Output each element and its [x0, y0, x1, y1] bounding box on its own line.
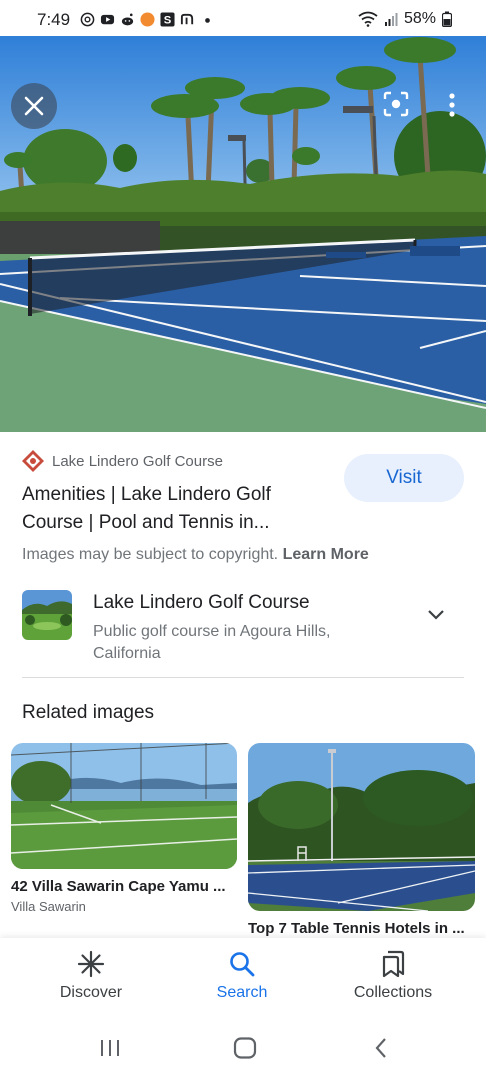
tennis-court-photo	[0, 36, 486, 432]
recent-apps-button[interactable]	[95, 1034, 125, 1062]
orange-circle-icon	[140, 12, 155, 27]
nav-collections-label: Collections	[353, 984, 433, 1001]
copyright-text: Images may be subject to copyright.	[22, 546, 283, 563]
source-name[interactable]: Lake Lindero Golf Course	[52, 453, 223, 470]
back-button[interactable]	[366, 1034, 396, 1062]
threads-icon	[80, 12, 95, 27]
divider	[22, 677, 464, 678]
nav-collections[interactable]: Collections	[323, 950, 463, 1002]
place-description: Public golf course in Agoura Hills, Cali…	[93, 623, 331, 662]
learn-more-link[interactable]: Learn More	[283, 546, 369, 563]
related-source-1: Villa Sawarin	[11, 899, 86, 914]
reddit-icon	[121, 13, 134, 26]
result-title[interactable]: Amenities | Lake Lindero Golf Course | P…	[22, 481, 322, 537]
related-caption-1[interactable]: 42 Villa Sawarin Cape Yamu ...	[11, 878, 226, 895]
s-app-icon: S	[160, 12, 175, 27]
status-bar: 7:49 S 58%	[0, 0, 486, 40]
close-icon	[24, 96, 44, 116]
svg-text:S: S	[164, 15, 172, 27]
related-images-heading: Related images	[22, 702, 155, 723]
nav-discover-label: Discover	[59, 984, 123, 1001]
nav-search[interactable]: Search	[172, 950, 312, 1002]
lens-icon	[383, 91, 409, 117]
nav-search-label: Search	[216, 984, 268, 1001]
visit-button[interactable]: Visit	[344, 454, 464, 502]
copyright-notice: Images may be subject to copyright. Lear…	[22, 546, 369, 564]
place-card[interactable]: Lake Lindero Golf Course Public golf cou…	[22, 588, 464, 666]
place-name: Lake Lindero Golf Course	[93, 592, 310, 613]
youtube-icon	[100, 14, 115, 25]
nav-discover[interactable]: Discover	[21, 950, 161, 1002]
close-button[interactable]	[11, 83, 57, 129]
home-icon	[233, 1037, 257, 1059]
bookmarks-icon	[382, 950, 405, 978]
battery-percent: 58%	[403, 10, 436, 27]
place-thumbnail	[22, 590, 72, 640]
source-row[interactable]: Lake Lindero Golf Course	[22, 450, 223, 472]
n-app-icon	[180, 13, 194, 25]
more-vert-icon	[449, 93, 455, 117]
related-image-2[interactable]	[248, 743, 475, 911]
related-caption-2[interactable]: Top 7 Table Tennis Hotels in ...	[248, 920, 465, 937]
back-icon	[375, 1038, 386, 1058]
related-image-1[interactable]	[11, 743, 237, 869]
search-icon	[230, 952, 255, 977]
bottom-navigation: Discover Search Collections	[0, 938, 486, 1016]
dot-icon	[205, 18, 210, 23]
notification-icons: S	[80, 12, 215, 27]
status-right: 58%	[358, 10, 452, 28]
battery-icon	[442, 11, 452, 27]
more-options-button[interactable]	[440, 88, 464, 122]
asterisk-icon	[77, 950, 105, 978]
signal-icon	[384, 13, 398, 26]
hero-image[interactable]	[0, 36, 486, 432]
site-favicon-icon	[22, 450, 44, 472]
chevron-down-icon[interactable]	[426, 604, 446, 624]
lens-button[interactable]	[380, 88, 412, 120]
home-button[interactable]	[230, 1034, 260, 1062]
wifi-icon	[358, 11, 378, 27]
recent-apps-icon	[101, 1040, 119, 1056]
system-navigation-bar	[0, 1016, 486, 1080]
status-time: 7:49	[37, 10, 71, 29]
